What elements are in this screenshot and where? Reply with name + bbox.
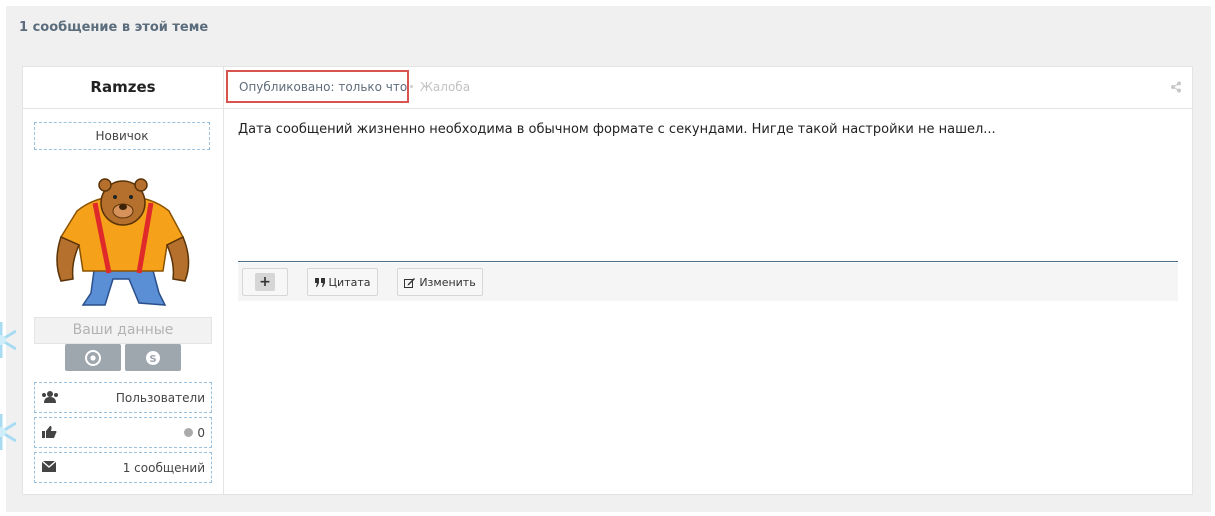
edit-button[interactable]: Изменить <box>397 268 483 296</box>
snowflake-icon <box>0 414 16 450</box>
author-reputation: 0 <box>184 426 205 440</box>
your-data-label: Ваши данные <box>34 317 212 344</box>
author-post-count: 1 сообщений <box>122 461 205 475</box>
post-content: Дата сообщений жизненно необходима в обы… <box>238 122 996 137</box>
thumbs-up-icon <box>42 426 57 438</box>
author-posts-row: 1 сообщений <box>34 452 212 483</box>
svg-text:S: S <box>149 354 156 365</box>
author-group-row: Пользователи <box>34 382 212 413</box>
edit-icon <box>404 277 416 288</box>
quote-icon <box>314 277 325 287</box>
author-reputation-row: 0 <box>34 417 212 448</box>
skype-icon: S <box>146 350 160 365</box>
skype-button[interactable]: S <box>125 344 181 371</box>
avatar[interactable] <box>47 171 197 311</box>
share-icon[interactable] <box>1170 81 1182 93</box>
snowflake-icon <box>0 322 16 358</box>
edit-label: Изменить <box>419 275 476 289</box>
plus-label: + <box>255 273 275 291</box>
post-actions: + Цитата Изменить <box>238 263 1178 301</box>
author-panel: Ramzes Новичок Ваши данные S Пользовател… <box>23 67 224 494</box>
topic-post-count: 1 сообщение в этой теме <box>19 20 209 35</box>
author-rank: Новичок <box>34 122 210 150</box>
published-date-label: Опубликовано: только что <box>239 79 408 94</box>
reputation-dot-icon <box>184 428 194 437</box>
quote-button[interactable]: Цитата <box>307 268 378 296</box>
published-date[interactable]: Опубликовано: только что <box>226 70 409 103</box>
users-icon <box>42 391 58 403</box>
author-reputation-value: 0 <box>197 426 205 440</box>
chrome-button[interactable] <box>65 344 121 371</box>
author-name[interactable]: Ramzes <box>23 67 223 109</box>
quote-label: Цитата <box>328 275 371 289</box>
author-group: Пользователи <box>115 391 205 405</box>
separator-dot <box>410 85 413 88</box>
multiquote-button[interactable]: + <box>242 268 288 296</box>
report-link[interactable]: Жалоба <box>420 80 470 94</box>
envelope-icon <box>41 460 57 472</box>
chrome-icon <box>85 349 101 366</box>
post-header: Опубликовано: только что Жалоба <box>223 67 1192 109</box>
post: Ramzes Новичок Ваши данные S Пользовател… <box>22 66 1193 495</box>
post-divider <box>238 261 1178 262</box>
